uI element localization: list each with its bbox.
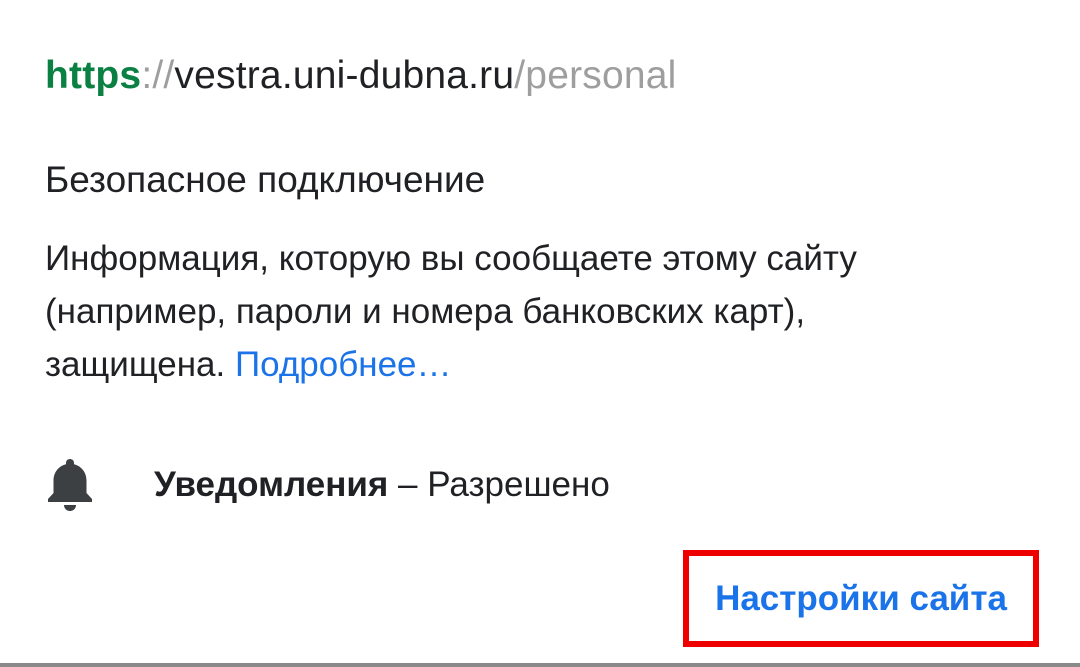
connection-description: Информация, которую вы сообщаете этому с… (45, 232, 1005, 391)
learn-more-link[interactable]: Подробнее… (235, 345, 452, 384)
bell-icon (45, 455, 109, 515)
site-url: https://vestra.uni-dubna.ru/personal (45, 50, 677, 102)
connection-title: Безопасное подключение (45, 159, 486, 200)
description-line-1: Информация, которую вы сообщаете этому с… (45, 239, 857, 278)
dialog-bottom-edge (0, 663, 1080, 667)
permission-text: Уведомления – Разрешено (154, 455, 610, 515)
permission-row-notifications[interactable]: Уведомления – Разрешено (45, 455, 610, 515)
url-scheme: https (45, 54, 142, 97)
url-host: vestra.uni-dubna.ru (174, 54, 515, 97)
page-info-dialog: https://vestra.uni-dubna.ru/personal Без… (0, 0, 1080, 667)
site-settings-highlight: Настройки сайта (683, 550, 1039, 647)
description-line-2: (например, пароли и номера банковских ка… (45, 292, 806, 331)
site-settings-button[interactable]: Настройки сайта (715, 579, 1007, 619)
permission-separator: – (398, 465, 418, 504)
description-line-3: защищена. Подробнее… (45, 338, 1005, 391)
url-separator: :// (141, 54, 175, 97)
url-path: /personal (514, 54, 677, 97)
permission-status: Разрешено (427, 465, 610, 504)
permission-name: Уведомления (154, 465, 389, 504)
description-line-3-text: защищена. (45, 345, 226, 384)
